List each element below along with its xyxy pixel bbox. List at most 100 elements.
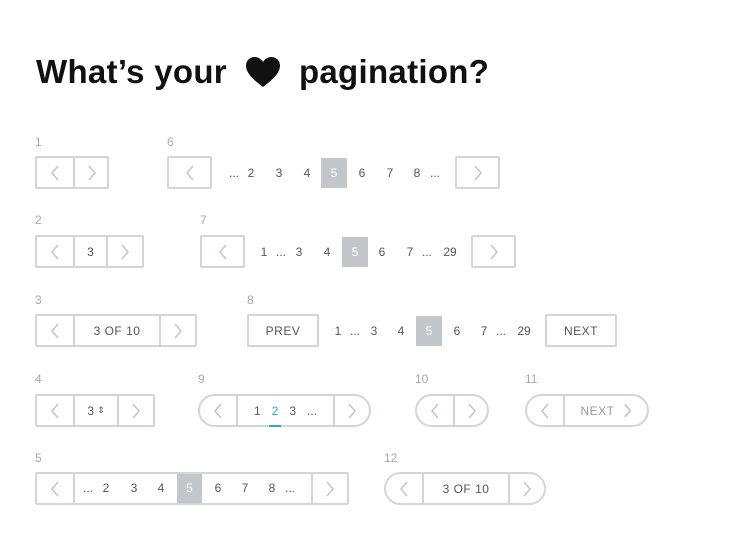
page-link-active[interactable]: 5 <box>416 316 442 346</box>
page-link[interactable]: 2 <box>242 158 260 188</box>
chevron-left-icon <box>50 322 59 339</box>
chevron-right-icon <box>348 402 357 419</box>
example-label-10: 10 <box>415 372 429 386</box>
next-button[interactable] <box>333 396 369 425</box>
page-link[interactable]: 8 <box>263 474 281 503</box>
page-link[interactable]: 7 <box>381 158 399 188</box>
ellipsis: ... <box>495 324 506 338</box>
example-label-3: 3 <box>35 293 42 307</box>
page-link-active[interactable]: 5 <box>321 158 347 188</box>
prev-button[interactable] <box>386 474 422 503</box>
page-select-value: 3 <box>87 403 95 418</box>
chevron-right-icon <box>174 322 183 339</box>
prev-button[interactable] <box>527 396 563 425</box>
prev-button[interactable] <box>37 237 73 266</box>
pagination-4: 3 ⇕ <box>35 394 155 427</box>
page-link[interactable]: 1 <box>256 237 272 267</box>
page-link[interactable]: 1 <box>330 316 346 346</box>
chevron-left-icon <box>399 480 408 497</box>
page-link[interactable]: 29 <box>512 316 536 346</box>
chevron-left-icon <box>50 164 59 181</box>
pagination-9: 1 2 3 ... <box>198 394 371 427</box>
page-link[interactable]: 3 <box>270 158 288 188</box>
page-link[interactable]: 3 <box>289 404 296 418</box>
example-label-5: 5 <box>35 451 42 465</box>
next-button[interactable] <box>73 158 109 187</box>
page-link[interactable]: 4 <box>152 474 170 503</box>
next-button[interactable]: NEXT <box>545 314 617 347</box>
current-page: 3 <box>73 237 106 266</box>
example-label-12: 12 <box>384 451 398 465</box>
chevron-right-icon <box>468 402 477 419</box>
page-link[interactable]: 4 <box>318 237 336 267</box>
page-link[interactable]: 3 <box>125 474 143 503</box>
heart-icon <box>245 56 281 88</box>
ellipsis: ... <box>228 166 239 180</box>
prev-button[interactable] <box>37 396 73 425</box>
next-button[interactable] <box>311 474 347 503</box>
chevron-left-icon <box>185 164 194 181</box>
ellipsis: ... <box>421 245 432 259</box>
page-link[interactable]: 4 <box>298 158 316 188</box>
chevron-left-icon <box>50 480 59 497</box>
chevron-left-icon <box>218 243 227 260</box>
page-link[interactable]: 7 <box>401 237 419 267</box>
page-link-active[interactable]: 5 <box>177 474 202 503</box>
page-link[interactable]: 6 <box>448 316 466 346</box>
next-button[interactable] <box>159 316 195 345</box>
page-link[interactable]: 3 <box>365 316 383 346</box>
pagination-5: ... 2 3 4 5 6 7 8 ... <box>35 472 349 505</box>
page-list: 1 2 3 ... <box>236 396 333 427</box>
prev-button[interactable] <box>200 235 245 268</box>
next-button[interactable] <box>455 156 500 189</box>
page-link-active[interactable]: 2 <box>268 404 281 427</box>
page-select[interactable]: 3 ⇕ <box>73 396 117 425</box>
page-link[interactable]: 2 <box>97 474 115 503</box>
page-link[interactable]: 3 <box>290 237 308 267</box>
stepper-icon: ⇕ <box>97 405 105 415</box>
ellipsis: ... <box>284 481 295 495</box>
prev-button[interactable] <box>417 396 453 425</box>
ellipsis: ... <box>275 245 286 259</box>
prev-button[interactable] <box>37 316 73 345</box>
example-label-11: 11 <box>525 372 538 386</box>
page-link-active[interactable]: 5 <box>342 237 368 267</box>
prev-button[interactable] <box>37 474 73 503</box>
page-list: 1 ... 3 4 5 6 7 ... 29 <box>254 237 466 267</box>
page-link[interactable]: 1 <box>254 404 261 418</box>
example-label-8: 8 <box>247 293 254 307</box>
page-link[interactable]: 29 <box>438 237 462 267</box>
chevron-right-icon <box>523 480 532 497</box>
chevron-right-icon <box>326 480 335 497</box>
page-list: 1 ... 3 4 5 6 7 ... 29 <box>328 316 540 346</box>
page-link[interactable]: 4 <box>392 316 410 346</box>
prev-button[interactable] <box>167 156 212 189</box>
next-button[interactable] <box>106 237 142 266</box>
prev-button[interactable] <box>37 158 73 187</box>
page-link[interactable]: 8 <box>408 158 426 188</box>
page-title: What’s your pagination? <box>36 50 489 94</box>
prev-button[interactable]: PREV <box>247 314 319 347</box>
next-button[interactable] <box>471 235 516 268</box>
page-link[interactable]: 7 <box>236 474 254 503</box>
ellipsis: ... <box>307 403 318 418</box>
page-link[interactable]: 6 <box>353 158 371 188</box>
page-of-total: 3 OF 10 <box>422 474 508 503</box>
pagination-10 <box>415 394 489 427</box>
page-link[interactable]: 6 <box>373 237 391 267</box>
pagination-2: 3 <box>35 235 144 268</box>
title-text-start: What’s your <box>36 53 227 90</box>
next-button[interactable]: NEXT <box>563 396 647 425</box>
chevron-left-icon <box>50 243 59 260</box>
prev-button[interactable] <box>200 396 236 425</box>
next-button[interactable] <box>453 396 489 425</box>
page-link[interactable]: 6 <box>209 474 227 503</box>
pagination-11: NEXT <box>525 394 649 427</box>
chevron-right-icon <box>132 402 141 419</box>
title-text-end: pagination? <box>298 53 490 90</box>
next-label: NEXT <box>580 403 615 418</box>
next-button[interactable] <box>117 396 153 425</box>
page-link[interactable]: 7 <box>475 316 493 346</box>
next-button[interactable] <box>508 474 544 503</box>
example-label-4: 4 <box>35 372 42 386</box>
